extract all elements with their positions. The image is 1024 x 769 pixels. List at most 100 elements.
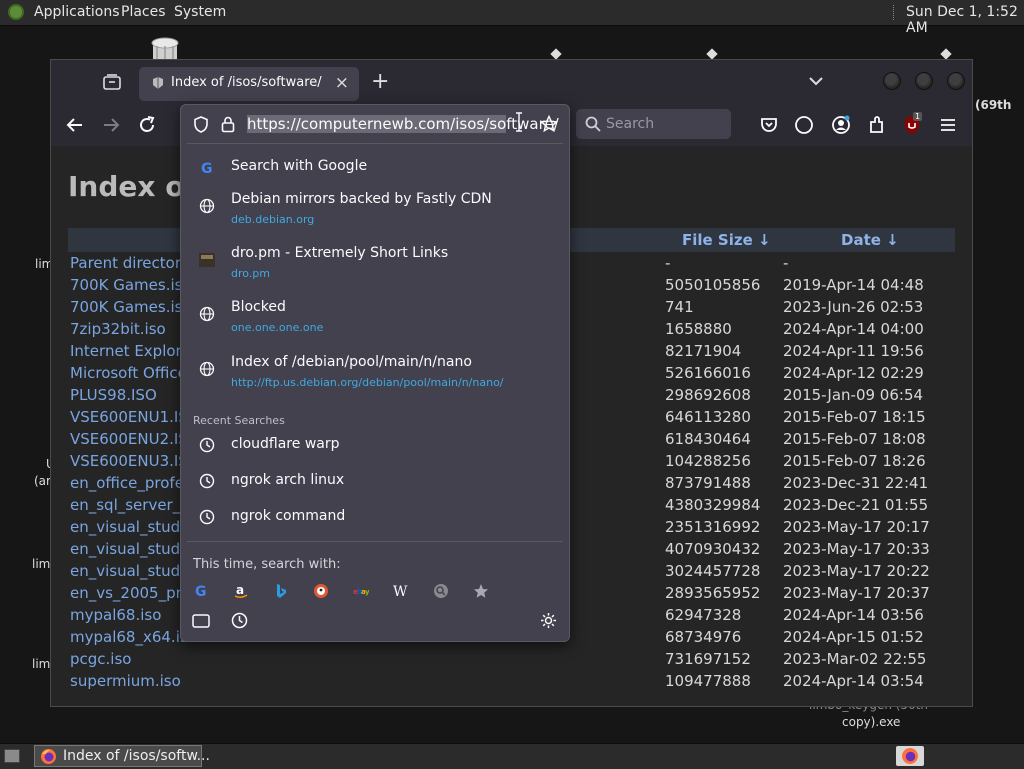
file-size: 4380329984	[665, 496, 761, 514]
file-date: 2023-Dec-21 01:55	[783, 496, 929, 514]
lock-icon[interactable]	[221, 116, 235, 133]
show-desktop-button[interactable]	[4, 749, 20, 763]
file-link[interactable]: VSE600ENU1.IS	[70, 408, 188, 426]
taskbar-window-label: Index of /isos/softw...	[63, 748, 210, 764]
clock-icon	[199, 437, 215, 453]
suggestion-item[interactable]: Index of /debian/pool/main/n/nano http://…	[181, 351, 569, 395]
ebay-icon[interactable]: ebay	[353, 583, 371, 601]
file-link[interactable]: PLUS98.ISO	[70, 386, 157, 404]
file-link[interactable]: en_sql_server_2	[70, 496, 190, 514]
search-bar[interactable]: Search	[576, 109, 731, 139]
desktop-icon-label[interactable]: (69th	[975, 98, 1011, 112]
system-menu[interactable]: System	[174, 4, 226, 20]
hamburger-menu-icon[interactable]	[938, 115, 958, 135]
tab-active[interactable]: Index of /isos/software/ ×	[139, 67, 359, 101]
suggestion-item[interactable]: G Search with Google	[181, 152, 569, 182]
bookmarks-star-icon[interactable]	[473, 583, 491, 601]
file-link[interactable]: en_vs_2005_pr	[70, 584, 182, 602]
extension-badge: 1	[913, 112, 923, 121]
tab-search-icon[interactable]	[192, 614, 210, 628]
recent-search-item[interactable]: ngrok arch linux	[181, 467, 569, 497]
file-date: 2024-Apr-14 03:56	[783, 606, 924, 624]
file-link[interactable]: en_visual_studi	[70, 540, 184, 558]
history-clock-icon[interactable]	[231, 612, 248, 629]
column-header-date[interactable]: Date ↓	[841, 231, 899, 249]
clock[interactable]: Sun Dec 1, 1:52 AM	[906, 4, 1024, 36]
suggestion-url: deb.debian.org	[231, 213, 315, 226]
bing-icon[interactable]	[273, 583, 291, 601]
gear-icon[interactable]	[540, 612, 557, 629]
wikipedia-icon[interactable]: W	[393, 583, 411, 601]
file-link[interactable]: en_visual_studi	[70, 518, 184, 536]
recent-search-item[interactable]: cloudflare warp	[181, 431, 569, 461]
file-link[interactable]: en_office_profe	[70, 474, 184, 492]
tray-firefox-icon[interactable]	[896, 746, 924, 766]
duckduckgo-icon[interactable]	[313, 583, 331, 601]
file-link[interactable]: 700K Games.iso	[70, 276, 192, 294]
shield-icon[interactable]	[193, 116, 209, 133]
file-date: 2024-Apr-14 03:54	[783, 672, 924, 690]
recent-search-item[interactable]: ngrok command	[181, 503, 569, 533]
back-icon[interactable]	[64, 114, 86, 136]
divider	[187, 143, 563, 144]
column-header-file-size[interactable]: File Size ↓	[682, 231, 771, 249]
suggestion-item[interactable]: Blocked one.one.one.one	[181, 296, 569, 340]
file-link[interactable]: 700K Games.iso	[70, 298, 192, 316]
address-bar[interactable]: https://computernewb.com/isos/software/	[181, 105, 569, 143]
os-logo-icon[interactable]	[8, 4, 24, 20]
file-date: 2015-Feb-07 18:08	[783, 430, 926, 448]
file-link[interactable]: VSE600ENU3.IS	[70, 452, 188, 470]
page-title: Index of	[68, 170, 197, 203]
places-menu[interactable]: Places	[121, 4, 166, 20]
pocket-icon[interactable]	[759, 115, 779, 135]
file-link[interactable]: en_visual_studi	[70, 562, 184, 580]
desktop-icon-label[interactable]: lim	[32, 557, 50, 571]
tab-bar: Index of /isos/software/ × +	[51, 60, 972, 104]
circle-extension-icon[interactable]	[794, 115, 814, 135]
file-link[interactable]: VSE600ENU2.IS	[70, 430, 188, 448]
file-link[interactable]: supermium.iso	[70, 672, 181, 690]
file-link[interactable]: mypal68.iso	[70, 606, 161, 624]
new-tab-button[interactable]: +	[371, 69, 389, 94]
file-date: 2023-May-17 20:22	[783, 562, 930, 580]
desktop-icon-label[interactable]: copy).exe	[842, 715, 900, 729]
suggestion-url: dro.pm	[231, 267, 270, 280]
chevron-down-icon[interactable]	[807, 72, 825, 90]
suggestion-item[interactable]: Debian mirrors backed by Fastly CDN deb.d…	[181, 188, 569, 232]
forward-icon[interactable]	[100, 114, 122, 136]
file-size: 618430464	[665, 430, 751, 448]
taskbar-window-button[interactable]: Index of /isos/softw...	[34, 745, 210, 767]
tab-overview-icon[interactable]	[103, 74, 121, 90]
file-size: 68734976	[665, 628, 742, 646]
bookmark-star-icon[interactable]	[540, 115, 558, 133]
file-link[interactable]: Internet Explore	[70, 342, 191, 360]
maximize-button[interactable]	[915, 72, 933, 90]
minimize-button[interactable]	[883, 72, 901, 90]
file-link[interactable]: 7zip32bit.iso	[70, 320, 166, 338]
file-link[interactable]: mypal68_x64.is	[70, 628, 188, 646]
recent-search-text: ngrok command	[231, 508, 346, 524]
search-icon	[585, 116, 601, 132]
applications-menu[interactable]: Applications	[34, 4, 120, 20]
google-icon[interactable]: G	[193, 583, 211, 601]
file-date: 2024-Apr-12 02:29	[783, 364, 924, 382]
account-icon[interactable]	[831, 115, 851, 135]
file-size: 62947328	[665, 606, 742, 624]
file-size: 298692608	[665, 386, 751, 404]
desktop-icon-label[interactable]: (ar	[34, 474, 51, 488]
suggestion-item[interactable]: dro.pm - Extremely Short Links dro.pm	[181, 242, 569, 286]
amazon-icon[interactable]: a	[233, 583, 251, 601]
file-link[interactable]: pcgc.iso	[70, 650, 131, 668]
file-link[interactable]: Microsoft Office	[70, 364, 187, 382]
close-window-button[interactable]	[947, 72, 965, 90]
search-engine-icon[interactable]	[433, 583, 451, 601]
tab-close-button[interactable]: ×	[335, 73, 349, 93]
file-link[interactable]: Parent directory	[70, 254, 190, 272]
extensions-icon[interactable]	[867, 115, 887, 135]
svg-text:y: y	[365, 588, 369, 596]
file-date: 2023-May-17 20:33	[783, 540, 930, 558]
url-input[interactable]: https://computernewb.com/isos/software/	[247, 115, 559, 133]
reload-icon[interactable]	[136, 114, 158, 136]
bottom-taskbar: Index of /isos/softw...	[0, 743, 1024, 769]
desktop-icon-label[interactable]: lim	[32, 657, 50, 671]
